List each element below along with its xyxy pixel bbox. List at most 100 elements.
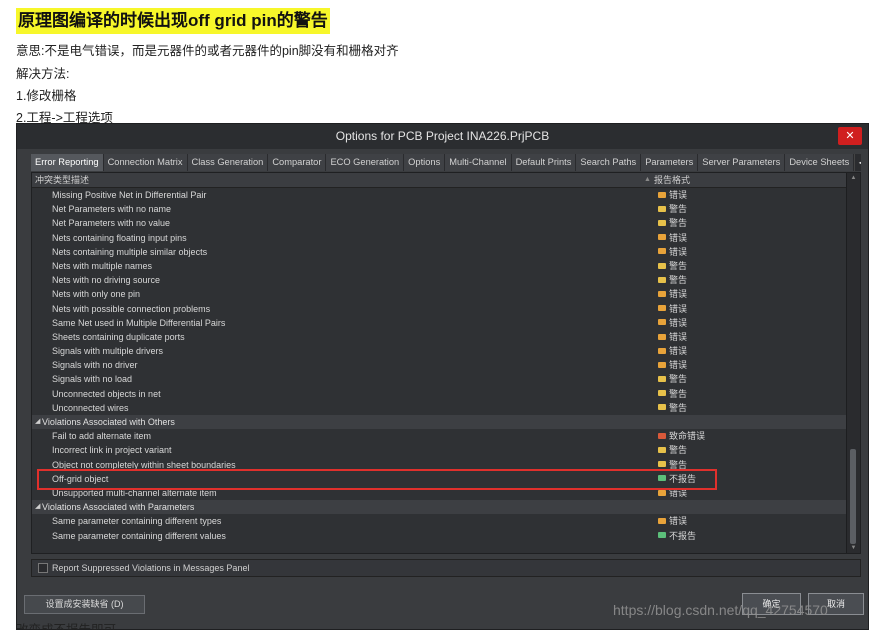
report-level-dropdown[interactable]: 错误 [658,287,687,301]
table-row[interactable]: Sheets containing duplicate ports 错误 [32,330,848,344]
report-level-text: 错误 [669,487,688,498]
table-row[interactable]: Net Parameters with no name 警告 [32,202,848,216]
table-row[interactable]: Unsupported multi-channel alternate item… [32,486,848,500]
table-row[interactable]: Net Parameters with no value 警告 [32,216,848,230]
table-row[interactable]: Same parameter containing different type… [32,514,848,528]
ok-button[interactable]: 确定 [742,593,801,615]
tab-error-reporting[interactable]: Error Reporting [31,154,104,171]
expand-triangle-icon[interactable]: ◢ [35,500,40,514]
table-row[interactable]: Nets with no driving source 警告 [32,273,848,287]
tab-scroll-left-icon[interactable]: ◀ [854,154,861,171]
report-level-text: 错误 [669,303,688,314]
table-row[interactable]: Nets with possible connection problems 错误 [32,302,848,316]
scroll-up-icon[interactable]: ▲ [847,173,860,183]
tab-options[interactable]: Options [404,154,446,171]
table-row[interactable]: Same Net used in Multiple Differential P… [32,316,848,330]
table-row[interactable]: Unconnected wires 警告 [32,401,848,415]
report-level-dropdown[interactable]: 错误 [658,231,687,245]
report-level-dropdown[interactable]: 致命错误 [658,429,705,443]
report-suppressed-option[interactable]: Report Suppressed Violations in Messages… [31,559,861,577]
report-level-dropdown[interactable]: 警告 [658,216,687,230]
report-level-dropdown[interactable]: 错误 [658,316,687,330]
report-level-dropdown[interactable]: 错误 [658,330,687,344]
cancel-button[interactable]: 取消 [808,593,864,615]
table-row[interactable]: Signals with multiple drivers 错误 [32,344,848,358]
report-level-text: 警告 [669,374,688,385]
report-suppressed-checkbox[interactable] [38,562,48,573]
report-level-dropdown[interactable]: 错误 [658,344,687,358]
report-level-dropdown[interactable]: 错误 [658,486,687,500]
tab-scroll: ◀ ▶ [854,154,861,171]
table-row[interactable]: Incorrect link in project variant 警告 [32,443,848,457]
scroll-thumb[interactable] [850,449,856,544]
project-options-dialog: Options for PCB Project INA226.PrjPCB ✕ … [16,123,869,630]
table-row[interactable]: Off-grid object 不报告 [32,472,848,486]
column-type[interactable]: 冲突类型描述 [35,173,89,187]
tab-connection-matrix[interactable]: Connection Matrix [103,154,188,171]
report-level-dropdown[interactable]: 警告 [658,273,687,287]
folder-icon [658,290,666,297]
report-level-dropdown[interactable]: 错误 [658,245,687,259]
tab-search-paths[interactable]: Search Paths [576,154,642,171]
report-level-dropdown[interactable]: 警告 [658,401,687,415]
report-level-dropdown[interactable]: 警告 [658,259,687,273]
tab-parameters[interactable]: Parameters [641,154,699,171]
report-level-dropdown[interactable]: 错误 [658,302,687,316]
table-row[interactable]: Nets containing multiple similar objects… [32,245,848,259]
report-level-text: 警告 [669,402,688,413]
column-report[interactable]: 报告格式 [654,173,690,187]
vertical-scrollbar[interactable]: ▲ ▼ [846,173,860,553]
table-row[interactable]: Signals with no driver 错误 [32,358,848,372]
dialog-title: Options for PCB Project INA226.PrjPCB [335,129,550,143]
violation-label: Nets with only one pin [52,289,141,300]
violation-label: Fail to add alternate item [52,431,152,442]
group-row[interactable]: ◢ Violations Associated with Parameters [32,500,848,515]
table-row[interactable]: Unconnected objects in net 警告 [32,387,848,401]
report-level-dropdown[interactable]: 错误 [658,358,687,372]
dialog-titlebar[interactable]: Options for PCB Project INA226.PrjPCB ✕ [17,124,868,149]
table-row[interactable]: Signals with no load 警告 [32,372,848,386]
report-level-text: 警告 [669,388,688,399]
tab-device-sheets[interactable]: Device Sheets [785,154,855,171]
table-row[interactable]: Fail to add alternate item 致命错误 [32,429,848,443]
tab-strip: Error Reporting Connection Matrix Class Ge… [31,154,861,171]
table-row[interactable]: Nets with only one pin 错误 [32,287,848,301]
report-level-dropdown[interactable]: 警告 [658,372,687,386]
report-level-text: 错误 [669,289,688,300]
close-button[interactable]: ✕ [838,127,862,145]
expand-triangle-icon[interactable]: ◢ [35,415,40,429]
table-row[interactable]: Same parameter containing different valu… [32,529,848,543]
report-level-dropdown[interactable]: 警告 [658,387,687,401]
folder-icon [658,390,666,397]
report-level-dropdown[interactable]: 警告 [658,202,687,216]
scroll-down-icon[interactable]: ▼ [847,543,860,553]
folder-icon [658,262,666,269]
folder-icon [658,447,666,453]
table-row[interactable]: Nets containing floating input pins 错误 [32,231,848,245]
table-row[interactable]: Missing Positive Net in Differential Pai… [32,188,848,202]
report-level-text: 错误 [669,232,688,243]
tab-multi-channel[interactable]: Multi-Channel [445,154,512,171]
tab-comparator[interactable]: Comparator [268,154,327,171]
violation-label: Signals with no load [52,374,133,385]
tab-eco-generation[interactable]: ECO Generation [326,154,405,171]
tab-default-prints[interactable]: Default Prints [511,154,577,171]
folder-icon [658,475,666,482]
report-level-text: 错误 [669,346,688,357]
tab-server-parameters[interactable]: Server Parameters [698,154,786,171]
report-level-dropdown[interactable]: 错误 [658,514,687,528]
folder-icon [658,305,666,312]
set-defaults-button[interactable]: 设置成安装缺省 (D) [24,595,145,614]
table-row[interactable]: Object not completely within sheet bound… [32,458,848,472]
tab-class-generation[interactable]: Class Generation [187,154,269,171]
group-row[interactable]: ◢ Violations Associated with Others [32,415,848,430]
folder-icon [658,347,666,354]
report-level-dropdown[interactable]: 错误 [658,188,687,202]
report-level-dropdown[interactable]: 警告 [658,443,687,457]
report-level-dropdown[interactable]: 警告 [658,458,687,472]
report-level-text: 不报告 [669,530,697,541]
report-level-dropdown[interactable]: 不报告 [658,472,696,486]
report-level-dropdown[interactable]: 不报告 [658,529,696,543]
table-row[interactable]: Nets with multiple names 警告 [32,259,848,273]
report-level-text: 警告 [669,275,688,286]
